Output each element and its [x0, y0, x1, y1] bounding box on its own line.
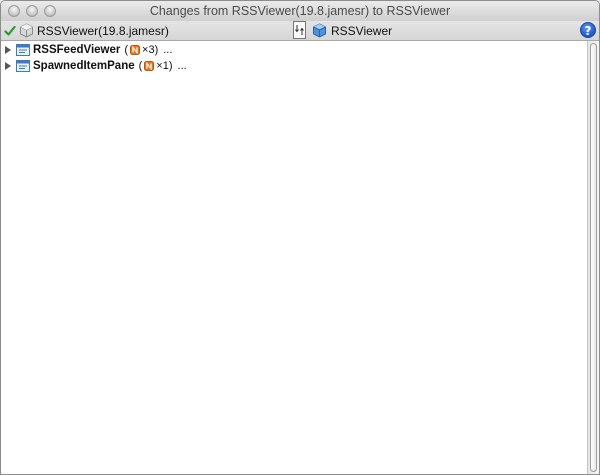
version-toolbar: RSSViewer(19.8.jamesr) RSSViewer ?	[1, 21, 599, 41]
window-title: Changes from RSSViewer(19.8.jamesr) to R…	[149, 4, 451, 18]
modified-method-icon	[130, 45, 141, 55]
tree-row[interactable]: SpawnedItemPane ( ×1) ...	[1, 58, 587, 74]
swap-versions-button[interactable]	[293, 21, 306, 39]
right-version-label: RSSViewer	[331, 23, 393, 38]
modification-summary: ( ×1) ...	[139, 60, 187, 72]
disclosure-triangle-icon[interactable]	[5, 46, 11, 54]
diff-window: Changes from RSSViewer(19.8.jamesr) to R…	[0, 0, 600, 475]
class-icon	[16, 60, 30, 72]
checkmark-icon	[4, 25, 16, 36]
title-bar[interactable]: Changes from RSSViewer(19.8.jamesr) to R…	[1, 1, 599, 22]
left-version-selector[interactable]: RSSViewer(19.8.jamesr)	[4, 21, 169, 40]
open-paren: (	[138, 60, 143, 72]
swap-arrows-icon	[295, 25, 304, 35]
ellipsis: ...	[177, 60, 187, 72]
gray-component-cube-icon	[20, 23, 33, 38]
changes-tree: RSSFeedViewer ( ×3) ... SpawnedItemPane	[1, 41, 587, 474]
scrollbar-thumb[interactable]	[590, 43, 597, 472]
change-count: ×1)	[156, 60, 173, 72]
class-icon	[16, 44, 30, 56]
ellipsis: ...	[163, 44, 173, 56]
help-icon[interactable]: ?	[580, 22, 596, 38]
change-count: ×3)	[142, 44, 159, 56]
modification-summary: ( ×3) ...	[124, 44, 172, 56]
disclosure-triangle-icon[interactable]	[5, 62, 11, 70]
blue-component-cube-icon	[313, 23, 326, 38]
tree-row[interactable]: RSSFeedViewer ( ×3) ...	[1, 42, 587, 58]
right-version-selector[interactable]: RSSViewer	[312, 21, 392, 40]
modified-method-icon	[144, 61, 155, 71]
open-paren: (	[124, 44, 129, 56]
tree-row-name: SpawnedItemPane	[33, 60, 135, 72]
left-version-label: RSSViewer(19.8.jamesr)	[37, 23, 169, 38]
tree-row-name: RSSFeedViewer	[33, 44, 121, 56]
vertical-scrollbar[interactable]	[587, 41, 599, 474]
